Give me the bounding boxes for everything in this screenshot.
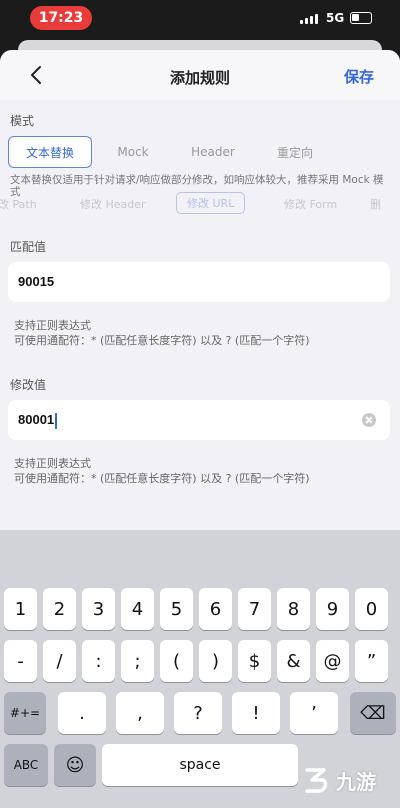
key-slash[interactable]: / <box>43 640 76 682</box>
nav-bar: 添加规则 保存 <box>0 50 400 100</box>
key-1[interactable]: 1 <box>4 588 37 630</box>
key-space[interactable]: space <box>102 744 298 786</box>
modify-hint-wildcard: 可使用通配符：* (匹配任意长度字符) 以及 ? (匹配一个字符) <box>14 472 310 485</box>
key-6[interactable]: 6 <box>199 588 232 630</box>
tab-redirect[interactable]: 重定向 <box>258 136 332 168</box>
key-close-paren[interactable]: ) <box>199 640 232 682</box>
key-2[interactable]: 2 <box>43 588 76 630</box>
key-colon[interactable]: : <box>82 640 115 682</box>
signal-icon <box>300 14 318 24</box>
key-semicolon[interactable]: ; <box>121 640 154 682</box>
key-abc[interactable]: ABC <box>4 744 48 786</box>
key-9[interactable]: 9 <box>316 588 349 630</box>
key-hyphen[interactable]: - <box>4 640 37 682</box>
match-value-text: 90015 <box>18 274 55 289</box>
match-hint-wildcard: 可使用通配符：* (匹配任意长度字符) 以及 ? (匹配一个字符) <box>14 334 310 347</box>
key-apostrophe[interactable]: ’ <box>290 692 338 734</box>
status-time: 17:23 <box>30 6 92 30</box>
battery-icon <box>350 12 372 24</box>
key-exclamation[interactable]: ! <box>232 692 280 734</box>
text-caret <box>55 412 57 429</box>
page-title: 添加规则 <box>169 69 230 87</box>
ghost-tab: 修改 Header <box>80 198 146 211</box>
key-at[interactable]: @ <box>316 640 349 682</box>
match-value-field[interactable]: 90015 <box>8 262 390 302</box>
key-question[interactable]: ? <box>174 692 222 734</box>
emoji-icon[interactable]: ☺ <box>54 744 96 786</box>
key-comma[interactable]: , <box>116 692 164 734</box>
ghost-tab: 删 <box>370 198 381 211</box>
watermark: 九游 <box>300 756 396 804</box>
key-symbols-toggle[interactable]: #+= <box>4 692 46 734</box>
clear-icon[interactable] <box>362 413 376 427</box>
key-4[interactable]: 4 <box>121 588 154 630</box>
network-type: 5G <box>326 11 345 25</box>
status-bar: 17:23 5G <box>0 0 400 38</box>
mode-label: 模式 <box>10 114 35 128</box>
ghost-tab: 改 Path <box>0 198 37 211</box>
modify-hint-regex: 支持正则表达式 <box>14 457 91 470</box>
key-8[interactable]: 8 <box>277 588 310 630</box>
tab-header[interactable]: Header <box>176 136 250 168</box>
key-dollar[interactable]: $ <box>238 640 271 682</box>
tab-mock[interactable]: Mock <box>98 136 168 168</box>
key-period[interactable]: . <box>58 692 106 734</box>
key-7[interactable]: 7 <box>238 588 271 630</box>
key-quote[interactable]: ” <box>355 640 388 682</box>
match-label: 匹配值 <box>10 240 47 254</box>
save-button[interactable]: 保存 <box>344 66 374 87</box>
key-3[interactable]: 3 <box>82 588 115 630</box>
watermark-logo-icon <box>305 768 328 793</box>
backspace-icon[interactable]: ⌫ <box>350 692 396 734</box>
modify-value-field[interactable]: 80001 <box>8 400 390 440</box>
ghost-tab: 修改 Form <box>284 198 338 211</box>
match-hint-regex: 支持正则表达式 <box>14 319 91 332</box>
watermark-text: 九游 <box>336 769 376 794</box>
mode-description: 文本替换仅适用于针对请求/响应做部分修改，如响应体较大，推荐采用 Mock 模式 <box>10 174 384 198</box>
key-5[interactable]: 5 <box>160 588 193 630</box>
key-0[interactable]: 0 <box>355 588 388 630</box>
key-open-paren[interactable]: ( <box>160 640 193 682</box>
modify-label: 修改值 <box>10 378 47 392</box>
modify-value-text: 80001 <box>18 412 57 429</box>
key-ampersand[interactable]: & <box>277 640 310 682</box>
tab-text-replace[interactable]: 文本替换 <box>8 136 92 168</box>
